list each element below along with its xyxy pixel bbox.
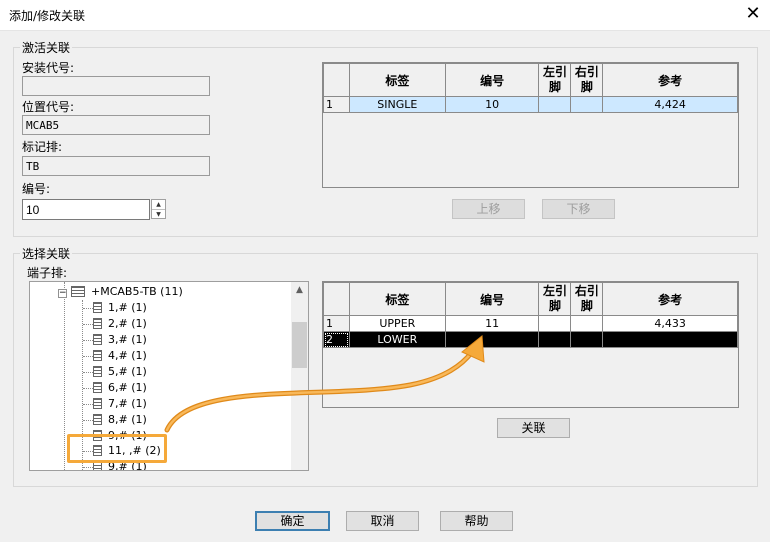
arrow-annotation [164, 335, 485, 433]
associate-button[interactable]: 关联 [497, 418, 570, 438]
arrow-curve-inner [165, 350, 474, 432]
help-button[interactable]: 帮助 [440, 511, 513, 531]
cancel-button[interactable]: 取消 [346, 511, 419, 531]
ok-button[interactable]: 确定 [255, 511, 330, 531]
